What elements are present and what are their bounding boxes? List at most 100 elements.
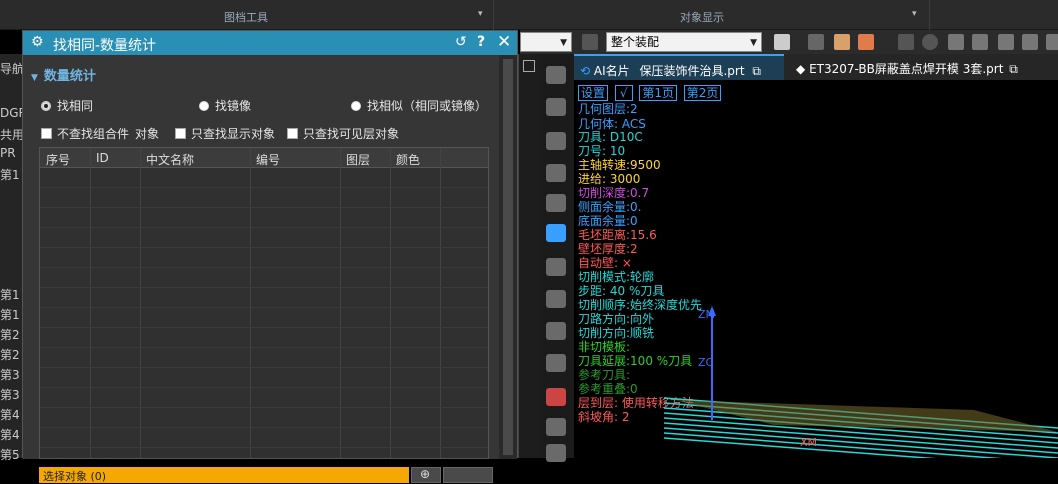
table-row[interactable] <box>40 248 488 268</box>
report-icon[interactable] <box>546 164 566 182</box>
section-header[interactable]: ▼ 数量统计 <box>31 65 96 84</box>
crosshair-button[interactable]: ⊕ <box>411 467 441 483</box>
table-row[interactable] <box>40 188 488 208</box>
dialog-scrollbar[interactable] <box>499 55 517 459</box>
reset-icon[interactable]: ↺ <box>455 34 467 50</box>
nav-line[interactable]: 第2 <box>0 346 20 363</box>
checkbox-visible-layer-only[interactable]: 只查找可见层对象 <box>287 125 399 142</box>
crosshair-icon: ⊕ <box>420 467 431 481</box>
toolpath-graphic[interactable] <box>574 80 1058 458</box>
assembly-scope-select[interactable]: 整个装配 ▼ <box>606 32 762 52</box>
table-row[interactable] <box>40 408 488 428</box>
hand-tool-icon[interactable] <box>546 224 566 242</box>
layers-icon[interactable] <box>546 418 566 436</box>
cube-icon[interactable] <box>972 34 988 50</box>
box-orange-icon[interactable] <box>834 34 850 50</box>
help-icon[interactable]: ? <box>477 34 485 50</box>
cube-wire-icon[interactable] <box>1022 34 1038 50</box>
assembly-icon[interactable] <box>546 444 566 462</box>
select-settings-icon[interactable] <box>774 34 790 50</box>
close-icon[interactable]: ✕ <box>497 32 511 52</box>
graphics-viewport[interactable]: 设置 √ 第1页 第2页 几何图层:2 几何体: ACS 刀具: D10C 刀号… <box>574 80 1058 458</box>
table-row[interactable] <box>40 228 488 248</box>
radio-find-similar[interactable]: 找相似（相同或镜像） <box>351 97 487 114</box>
scrollbar-thumb[interactable] <box>503 59 513 455</box>
ai-card-icon[interactable]: ⟲ <box>580 64 590 78</box>
dialog-title-bar[interactable]: ⚙ 找相同-数量统计 ↺ ? ✕ <box>23 31 517 55</box>
nav-line[interactable]: 第1 <box>0 166 20 183</box>
checkbox-displayed-only[interactable]: 只查找显示对象 <box>175 125 275 142</box>
radio-off-icon <box>351 101 361 111</box>
chevron-down-icon[interactable]: ▾ <box>912 9 917 19</box>
stripe-block-icon[interactable] <box>546 388 566 406</box>
column-header[interactable]: 序号 <box>46 151 70 168</box>
column-header[interactable]: 图层 <box>346 151 370 168</box>
restore-icon[interactable] <box>523 60 535 72</box>
table-row[interactable] <box>40 308 488 328</box>
filter-combo[interactable]: ▼ <box>520 32 572 52</box>
block-icon[interactable] <box>546 322 566 340</box>
resource-sidebar <box>540 54 574 462</box>
table-row[interactable] <box>40 288 488 308</box>
snap-icon[interactable] <box>808 34 824 50</box>
wire-block-icon[interactable] <box>546 354 566 372</box>
checkbox-object[interactable]: 对象 <box>135 125 159 142</box>
radio-off-icon <box>199 101 209 111</box>
popout-icon[interactable]: ⧉ <box>752 64 761 78</box>
table-row[interactable] <box>40 428 488 448</box>
chevron-down-icon[interactable]: ▾ <box>478 9 483 19</box>
shape-icon[interactable] <box>546 258 566 276</box>
top-ribbon-bar: 图档工具 ▾ 对象显示 ▾ <box>0 0 1058 30</box>
tool-icon[interactable] <box>546 132 566 150</box>
nav-line[interactable]: 第5 <box>0 446 20 463</box>
tab-active-part[interactable]: ⟲ AI名片 保压装饰件治具.prt ⧉ <box>574 54 784 80</box>
table-row[interactable] <box>40 328 488 348</box>
nav-line[interactable]: 第1 <box>0 306 20 323</box>
view-icon[interactable] <box>546 98 566 116</box>
chevron-down-icon: ▼ <box>560 38 567 48</box>
radio-find-same[interactable]: 找相同 <box>41 97 93 114</box>
document-tabs: ⟲ AI名片 保压装饰件治具.prt ⧉ ◆ ET3207-BB屏蔽盖点焊开模 … <box>574 54 1058 80</box>
shaded-face-icon[interactable] <box>948 34 964 50</box>
checkbox-icon <box>287 128 298 139</box>
nav-line[interactable]: 第4 <box>0 406 20 423</box>
table-row[interactable] <box>40 268 488 288</box>
ribbon-group-label: 对象显示 <box>680 11 724 24</box>
column-header[interactable]: 颜色 <box>396 151 420 168</box>
filter-icon[interactable] <box>582 34 598 50</box>
no-entry-icon[interactable] <box>922 34 938 50</box>
nav-line[interactable]: 第4 <box>0 426 20 443</box>
box-red-icon[interactable] <box>858 34 874 50</box>
gear-icon[interactable]: ⚙ <box>31 34 44 50</box>
solid-icon[interactable] <box>546 194 566 212</box>
selection-bar[interactable]: 选择对象 (0) <box>39 467 409 483</box>
popout-icon[interactable]: ⧉ <box>1009 62 1018 76</box>
table-row[interactable] <box>40 388 488 408</box>
chevron-down-icon: ▼ <box>31 73 38 83</box>
radio-find-mirror[interactable]: 找镜像 <box>199 97 251 114</box>
column-header[interactable]: 编号 <box>256 151 280 168</box>
checkbox-skip-assemblies[interactable]: 不查找组合件 <box>41 125 129 142</box>
checkbox-icon <box>175 128 186 139</box>
nav-line[interactable]: 第3 <box>0 366 20 383</box>
nav-line[interactable]: PR <box>0 146 16 160</box>
panel-splitter[interactable] <box>518 54 540 458</box>
crosshair-icon[interactable] <box>898 34 914 50</box>
nav-line[interactable]: 第3 <box>0 386 20 403</box>
table-row[interactable] <box>40 348 488 368</box>
cube-hidden-icon[interactable] <box>1046 34 1058 50</box>
mesh-icon[interactable] <box>546 290 566 308</box>
tab-part[interactable]: ◆ ET3207-BB屏蔽盖点焊开模 3套.prt ⧉ <box>790 54 1058 80</box>
dialog-action-button[interactable] <box>443 467 493 483</box>
nav-line[interactable]: 第2 <box>0 326 20 343</box>
column-header[interactable]: 中文名称 <box>146 151 194 168</box>
column-header[interactable]: ID <box>96 151 109 165</box>
table-row[interactable] <box>40 368 488 388</box>
nav-line[interactable]: 第1 <box>0 286 20 303</box>
table-row[interactable] <box>40 208 488 228</box>
operation-icon[interactable] <box>546 66 566 84</box>
results-table[interactable]: 序号 ID 中文名称 编号 图层 颜色 <box>39 147 489 459</box>
cube-edges-icon[interactable] <box>998 34 1014 50</box>
part-surface <box>674 400 1058 432</box>
table-row[interactable] <box>40 168 488 188</box>
